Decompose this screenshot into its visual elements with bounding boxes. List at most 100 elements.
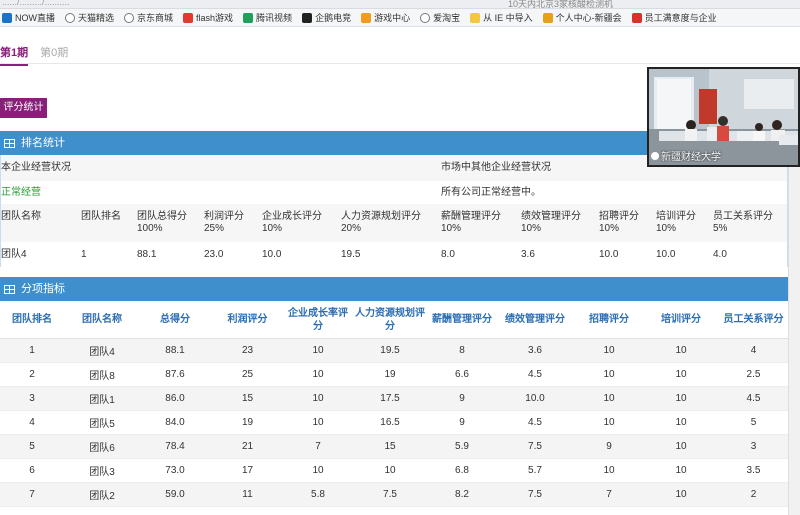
table-cell: 6.6 (429, 362, 495, 387)
table-cell: 17.5 (351, 386, 429, 411)
bookmark-item[interactable]: NOW直播 (2, 11, 55, 24)
table-cell: 6 (0, 458, 64, 483)
browser-tab-hint[interactable]: 10天内北京3家核酸检测机 (508, 0, 613, 8)
table-cell: 4 (719, 338, 788, 363)
ranking-column-header: 团队名称 (1, 211, 41, 223)
sub-column-header[interactable]: 企业成长率评分 (285, 302, 351, 339)
table-cell: 10 (285, 410, 351, 435)
bookmark-item[interactable]: 从 IE 中导入 (470, 11, 533, 24)
bookmark-item[interactable]: 个人中心-新疆会 (542, 11, 622, 24)
bookmark-item[interactable]: 腾讯视频 (243, 11, 292, 24)
table-cell: 7.5 (351, 482, 429, 507)
sub-column-header[interactable]: 招聘评分 (575, 302, 643, 339)
sub-column-header[interactable]: 利润评分 (210, 302, 285, 339)
table-cell: 3 (0, 386, 64, 411)
ranking-column-header: 招聘评分 10% (599, 211, 639, 235)
webcam-caption-text: 新疆财经大学 (661, 152, 721, 163)
ranking-cell: 10.0 (262, 248, 282, 260)
column-weight: 100% (137, 223, 163, 234)
flash-game-icon (183, 12, 194, 23)
vertical-scrollbar[interactable] (788, 130, 800, 515)
globe-icon (65, 12, 75, 23)
sub-column-header[interactable]: 团队排名 (0, 302, 64, 339)
sub-column-header[interactable]: 员工关系评分 (719, 302, 788, 339)
table-cell: 团队8 (64, 362, 140, 387)
table-row: 1 团队4 88.1 23 10 19.5 8 3.6 10 10 4 (0, 338, 788, 363)
bookmark-label: 天猫精选 (78, 13, 115, 23)
table-row: 2 团队8 87.6 25 10 19 6.6 4.5 10 10 2.5 (0, 362, 788, 387)
table-row: 7 团队2 59.0 11 5.8 7.5 8.2 7.5 7 10 2 (0, 482, 788, 507)
sub-column-header[interactable]: 人力资源规划评分 (351, 302, 429, 339)
column-weight: 25% (204, 223, 225, 234)
ranking-cell: 10.0 (599, 248, 619, 260)
ranking-cell: 88.1 (137, 248, 157, 260)
table-cell: 8.2 (429, 482, 495, 507)
table-cell: 5.7 (495, 458, 575, 483)
table-cell: 5 (0, 434, 64, 459)
bookmark-label: 游戏中心 (374, 13, 411, 23)
column-name: 人力资源规划评分 (341, 211, 421, 222)
table-row: 6 团队3 73.0 17 10 10 6.8 5.7 10 10 3.5 (0, 458, 788, 483)
ranking-data-row: 团队4 1 88.1 23.0 10.0 19.5 8.0 3.6 10.0 10.0 4.0 (1, 242, 787, 267)
table-cell: 8 (429, 338, 495, 363)
score-statistics-button[interactable]: 评分统计 (0, 98, 47, 118)
bookmark-red-icon (631, 12, 642, 23)
bookmark-label: 京东商城 (137, 13, 174, 23)
table-cell: 9 (429, 386, 495, 411)
table-cell: 10 (285, 362, 351, 387)
table-row: 4 团队5 84.0 19 10 16.5 9 4.5 10 10 5 (0, 410, 788, 435)
webcam-caption: 新疆财经大学 (651, 148, 721, 163)
column-name: 培训评分 (656, 211, 696, 222)
table-icon (4, 284, 15, 294)
sub-column-header[interactable]: 总得分 (140, 302, 210, 339)
ranking-cell: 19.5 (341, 248, 361, 260)
sub-indicators-table: 团队排名 团队名称 总得分 利润评分 企业成长率评分 人力资源规划评分 薪酬管理评分 绩效管理… (0, 302, 788, 507)
tencent-video-icon (243, 12, 254, 23)
table-cell: 10 (643, 410, 719, 435)
table-cell: 59.0 (140, 482, 210, 507)
table-cell: 19 (210, 410, 285, 435)
column-name: 企业成长评分 (262, 211, 322, 222)
bookmark-item[interactable]: 天猫精选 (65, 11, 114, 24)
ranking-column-header: 团队总得分 100% (137, 211, 187, 235)
table-cell: 3.6 (495, 338, 575, 363)
column-weight: 20% (341, 223, 362, 234)
bookmark-label: 腾讯视频 (256, 13, 293, 23)
table-cell: 5 (719, 410, 788, 435)
own-status-value: 正常经营 (1, 186, 41, 198)
column-name: 招聘评分 (599, 211, 639, 222)
column-name: 团队总得分 (137, 211, 187, 222)
table-cell: 团队6 (64, 434, 140, 459)
ranking-column-header: 团队排名 (81, 211, 121, 223)
table-cell: 19 (351, 362, 429, 387)
table-cell: 16.5 (351, 410, 429, 435)
bookmark-item[interactable]: flash游戏 (183, 11, 233, 24)
table-cell: 团队1 (64, 386, 140, 411)
table-cell: 1 (0, 338, 64, 363)
table-cell: 73.0 (140, 458, 210, 483)
bookmark-item[interactable]: 爱淘宝 (420, 11, 460, 24)
sub-column-header[interactable]: 团队名称 (64, 302, 140, 339)
ranking-panel-title: 排名统计 (21, 137, 65, 149)
address-bar-url[interactable]: ....../........./.......... (2, 0, 70, 7)
column-weight: 10% (656, 223, 677, 234)
table-cell: 10 (643, 386, 719, 411)
bookmark-item[interactable]: 员工满意度与企业 (631, 11, 717, 24)
sub-column-header[interactable]: 薪酬管理评分 (429, 302, 495, 339)
column-weight: 10% (262, 223, 283, 234)
table-cell: 10 (575, 410, 643, 435)
ranking-cell: 团队4 (1, 248, 27, 260)
bookmark-item[interactable]: 京东商城 (124, 11, 173, 24)
table-cell: 17 (210, 458, 285, 483)
ranking-column-header: 绩效管理评分 10% (521, 211, 581, 235)
table-cell: 9 (575, 434, 643, 459)
bookmark-item[interactable]: 企鹅电竞 (302, 11, 351, 24)
sub-column-header[interactable]: 绩效管理评分 (495, 302, 575, 339)
market-status-label: 市场中其他企业经营状况 (441, 162, 551, 173)
table-cell: 10 (643, 482, 719, 507)
status-value-row: 正常经营 所有公司正常经营中。 (1, 181, 787, 204)
table-cell: 4.5 (495, 410, 575, 435)
sub-column-header[interactable]: 培训评分 (643, 302, 719, 339)
ranking-cell: 10.0 (656, 248, 676, 260)
bookmark-item[interactable]: 游戏中心 (361, 11, 410, 24)
